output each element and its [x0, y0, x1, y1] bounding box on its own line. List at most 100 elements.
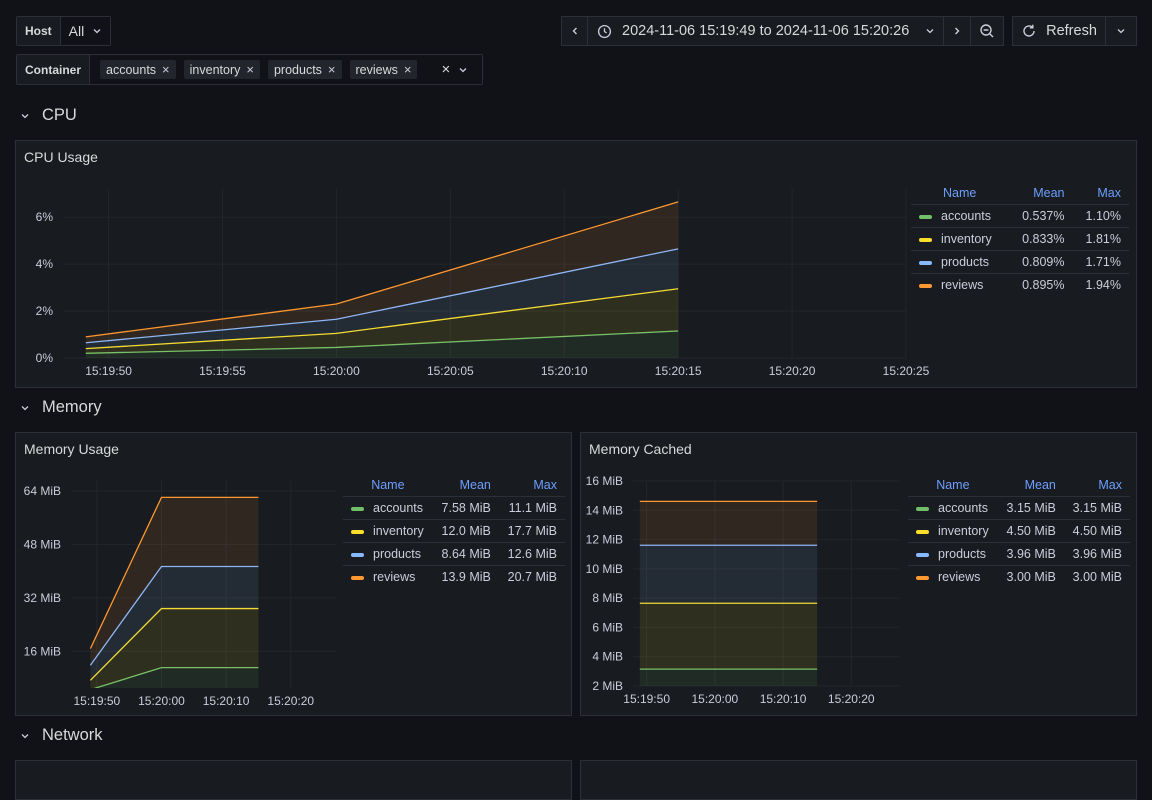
chevron-down-icon [92, 23, 102, 39]
chevron-down-icon [926, 29, 934, 34]
legend-header-mean[interactable]: Mean [433, 473, 499, 497]
host-variable-label: Host [17, 17, 61, 45]
y-tick-label: 10 MiB [586, 562, 623, 576]
x-tick-label: 15:20:25 [883, 364, 930, 378]
x-tick-label: 15:19:55 [199, 364, 246, 378]
memory-cached-legend-table: Name Mean Max accounts 3.15 MiB 3.15 MiB in… [908, 473, 1130, 588]
network-panel-right [580, 760, 1137, 800]
remove-chip-icon[interactable]: × [328, 62, 336, 77]
legend-row[interactable]: reviews 13.9 MiB 20.7 MiB [343, 565, 565, 588]
legend-mean: 0.809% [1008, 250, 1073, 274]
legend-name-cell: reviews [908, 565, 998, 588]
x-tick-label: 15:19:50 [73, 694, 120, 708]
legend-row[interactable]: products 8.64 MiB 12.6 MiB [343, 542, 565, 566]
series-area-reviews [639, 501, 818, 546]
host-select[interactable]: All [60, 17, 111, 45]
x-tick-label: 15:20:10 [203, 694, 250, 708]
legend-mean: 8.64 MiB [432, 542, 499, 566]
legend-header-max[interactable]: Max [499, 473, 565, 497]
chevron-left-icon [572, 27, 577, 35]
legend-row[interactable]: accounts 7.58 MiB 11.1 MiB [343, 496, 565, 520]
container-chip: inventory × [183, 60, 260, 79]
legend-name-cell: accounts [908, 496, 998, 520]
legend-row[interactable]: accounts 3.15 MiB 3.15 MiB [908, 496, 1130, 520]
row-memory[interactable]: Memory [20, 398, 102, 417]
legend-name: inventory [938, 524, 989, 538]
x-tick-label: 15:19:50 [85, 364, 132, 378]
legend-header-name[interactable]: Name [908, 473, 998, 497]
refresh-button[interactable]: Refresh [1012, 16, 1106, 46]
legend-mean: 3.00 MiB [997, 565, 1064, 588]
legend-name-cell: inventory [908, 519, 998, 543]
legend-row[interactable]: inventory 12.0 MiB 17.7 MiB [343, 519, 565, 543]
legend-name: inventory [373, 524, 424, 538]
legend-row[interactable]: reviews 3.00 MiB 3.00 MiB [908, 565, 1130, 588]
zoom-out-button[interactable] [970, 16, 1004, 46]
legend-name-cell: reviews [343, 565, 433, 588]
x-tick-label: 15:20:00 [691, 692, 738, 706]
legend-name-cell: reviews [911, 273, 1009, 296]
row-network[interactable]: Network [20, 726, 103, 745]
remove-chip-icon[interactable]: × [162, 62, 170, 77]
host-select-value: All [68, 23, 85, 39]
remove-chip-icon[interactable]: × [404, 62, 412, 77]
x-tick-label: 15:20:05 [427, 364, 474, 378]
legend-header-mean[interactable]: Mean [1008, 181, 1072, 205]
legend-row[interactable]: accounts 0.537% 1.10% [911, 204, 1129, 228]
refresh-label: Refresh [1046, 23, 1097, 39]
legend-header-name[interactable]: Name [911, 181, 1008, 205]
chevron-down-icon [21, 405, 29, 410]
series-area-inventory [639, 603, 818, 670]
container-chip: products × [267, 60, 342, 79]
legend-header-name[interactable]: Name [343, 473, 433, 497]
y-tick-label: 16 MiB [586, 474, 623, 488]
x-tick-label: 15:20:15 [655, 364, 702, 378]
container-chip: accounts × [100, 60, 176, 79]
legend-row[interactable]: products 3.96 MiB 3.96 MiB [908, 542, 1130, 566]
container-multiselect[interactable]: accounts × inventory × products × reviews × × [90, 55, 483, 84]
time-range-text: 2024-11-06 15:19:49 to 2024-11-06 15:20:… [622, 23, 910, 39]
legend-row[interactable]: inventory 0.833% 1.81% [911, 227, 1129, 251]
legend-mean: 3.15 MiB [997, 496, 1064, 520]
legend-row[interactable]: products 0.809% 1.71% [911, 250, 1129, 274]
time-range-picker[interactable]: 2024-11-06 15:19:49 to 2024-11-06 15:20:… [587, 16, 944, 46]
series-color-swatch [351, 506, 364, 511]
row-cpu[interactable]: CPU [20, 106, 77, 125]
legend-row[interactable]: reviews 0.895% 1.94% [911, 273, 1129, 296]
y-tick-label: 8 MiB [592, 591, 623, 605]
refresh-interval-dropdown[interactable] [1105, 16, 1137, 46]
y-tick-label: 0% [36, 351, 54, 365]
cpu-usage-panel: CPU Usage 0% 2% 4% 6% 15:19:50 15:19:55 15:20:… [15, 140, 1137, 388]
remove-chip-icon[interactable]: × [246, 62, 254, 77]
y-tick-label: 14 MiB [586, 503, 623, 517]
legend-header-max[interactable]: Max [1073, 181, 1130, 205]
legend-name-cell: products [343, 542, 433, 566]
legend-header-mean[interactable]: Mean [998, 473, 1064, 497]
legend-max: 20.7 MiB [498, 565, 565, 588]
memory-cached-panel: Memory Cached 2 MiB 4 MiB 6 MiB 8 MiB 10 MiB… [580, 432, 1137, 716]
time-forward-button[interactable] [943, 16, 971, 46]
time-back-button[interactable] [561, 16, 588, 46]
y-tick-label: 6 MiB [592, 620, 623, 634]
legend-max: 1.81% [1072, 227, 1129, 251]
series-color-swatch [916, 575, 929, 580]
network-panel-left [15, 760, 572, 800]
legend-header-max[interactable]: Max [1064, 473, 1130, 497]
series-area-products [639, 545, 818, 604]
legend-mean: 0.895% [1008, 273, 1073, 296]
series-color-swatch [919, 237, 932, 242]
clear-icon[interactable]: × [441, 61, 450, 78]
legend-row[interactable]: inventory 4.50 MiB 4.50 MiB [908, 519, 1130, 543]
clock-icon [597, 24, 612, 38]
legend-name-cell: inventory [343, 519, 433, 543]
y-tick-label: 16 MiB [24, 644, 61, 658]
legend-name: reviews [938, 570, 981, 584]
series-color-swatch [919, 260, 932, 265]
chevron-down-icon [21, 113, 29, 118]
chevron-right-icon [955, 27, 960, 35]
series-color-swatch [351, 575, 364, 580]
chevron-down-icon [1117, 29, 1125, 34]
container-chip: reviews × [349, 60, 418, 79]
chevron-down-icon[interactable] [458, 62, 468, 78]
legend-mean: 12.0 MiB [432, 519, 499, 543]
